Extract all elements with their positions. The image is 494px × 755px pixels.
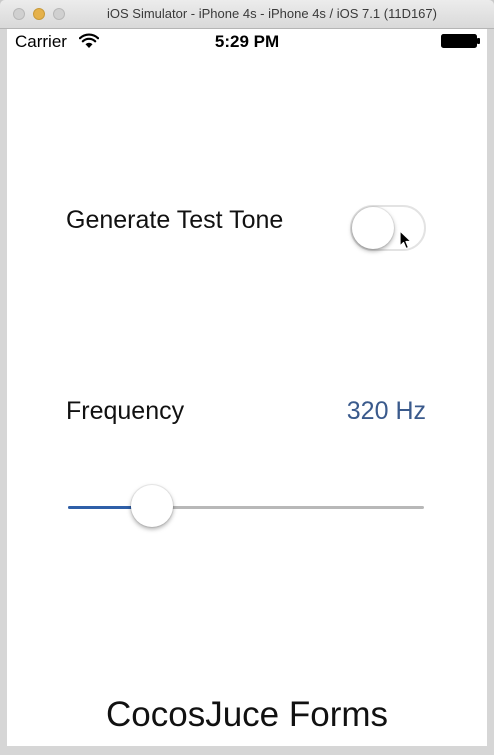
window-titlebar: iOS Simulator - iPhone 4s - iPhone 4s / … (0, 0, 494, 29)
frequency-slider[interactable] (68, 484, 424, 530)
zoom-window-button[interactable] (53, 8, 65, 20)
battery-icon (441, 34, 480, 48)
slider-thumb[interactable] (130, 485, 173, 527)
app-title: CocosJuce Forms (105, 695, 389, 734)
frequency-label: Frequency (66, 397, 185, 425)
test-tone-switch[interactable] (350, 205, 426, 251)
close-window-button[interactable] (13, 8, 25, 20)
mouse-pointer-icon (399, 230, 412, 250)
simulator-window: iOS Simulator - iPhone 4s - iPhone 4s / … (0, 0, 494, 755)
test-tone-label: Generate Test Tone (66, 206, 284, 234)
switch-knob[interactable] (352, 207, 394, 249)
device-screen: Carrier 5:29 PM Generate Test Tone Frequ… (7, 29, 487, 746)
frequency-value: 320 Hz (346, 397, 426, 425)
status-bar: Carrier 5:29 PM (7, 29, 487, 55)
window-title: iOS Simulator - iPhone 4s - iPhone 4s / … (107, 6, 437, 21)
minimize-window-button[interactable] (33, 8, 45, 20)
status-time: 5:29 PM (214, 32, 280, 51)
